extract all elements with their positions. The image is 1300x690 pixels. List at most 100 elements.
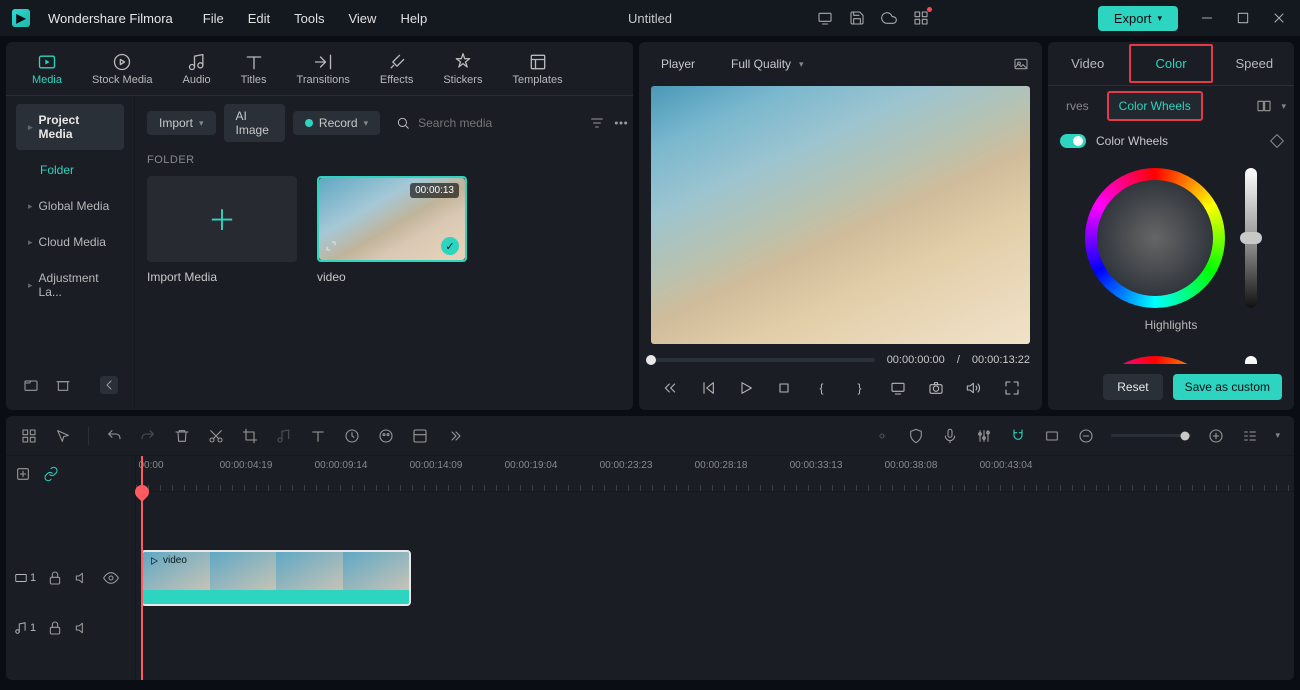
visibility-icon[interactable] [102, 569, 120, 587]
magnet-icon[interactable] [1009, 427, 1027, 445]
color-icon[interactable] [377, 427, 395, 445]
subtab-color-wheels[interactable]: Color Wheels [1107, 91, 1203, 121]
grid-icon[interactable] [20, 427, 38, 445]
display-icon[interactable] [889, 379, 907, 397]
zoom-slider[interactable] [1111, 434, 1191, 437]
reset-button[interactable]: Reset [1103, 374, 1162, 400]
stop-icon[interactable] [775, 379, 793, 397]
speed-icon[interactable] [343, 427, 361, 445]
sidebar-folder[interactable]: Folder [16, 154, 124, 186]
player-select[interactable]: Player [651, 53, 705, 75]
props-tab-video[interactable]: Video [1048, 46, 1127, 81]
highlights-slider[interactable] [1245, 168, 1257, 308]
compare-icon[interactable] [1255, 97, 1273, 115]
menu-file[interactable]: File [203, 11, 224, 26]
text-icon[interactable] [309, 427, 327, 445]
video-track-header[interactable]: 1 [6, 548, 135, 608]
volume-icon[interactable] [965, 379, 983, 397]
expand-icon[interactable] [325, 240, 337, 255]
seek-bar[interactable] [651, 358, 875, 362]
timeline-clip[interactable]: video [141, 550, 411, 606]
tab-effects[interactable]: Effects [374, 48, 419, 95]
props-tab-speed[interactable]: Speed [1215, 46, 1294, 81]
tab-titles[interactable]: Titles [235, 48, 273, 95]
tab-templates[interactable]: Templates [506, 48, 568, 95]
record-button[interactable]: Record▾ [293, 111, 380, 135]
camera-icon[interactable] [927, 379, 945, 397]
import-media-tile[interactable]: ＋ Import Media [147, 176, 297, 284]
menu-help[interactable]: Help [400, 11, 427, 26]
link-icon[interactable] [42, 465, 60, 483]
color-wheels-toggle[interactable] [1060, 134, 1086, 148]
minimize-icon[interactable] [1198, 9, 1216, 27]
subtab-curves[interactable]: rves [1056, 93, 1099, 119]
mark-out-icon[interactable]: } [851, 379, 869, 397]
search-input[interactable] [418, 116, 573, 130]
quality-select[interactable]: Full Quality▾ [721, 53, 814, 75]
save-custom-button[interactable]: Save as custom [1173, 374, 1282, 400]
bin-icon[interactable] [54, 376, 72, 394]
save-icon[interactable] [848, 9, 866, 27]
crop-icon[interactable] [241, 427, 259, 445]
shield-icon[interactable] [907, 427, 925, 445]
video-track[interactable]: video [136, 548, 1294, 608]
keyframe-icon[interactable] [1270, 134, 1284, 148]
list-view-icon[interactable] [1241, 427, 1259, 445]
redo-icon[interactable] [139, 427, 157, 445]
mark-in-icon[interactable]: { [813, 379, 831, 397]
undo-icon[interactable] [105, 427, 123, 445]
menu-tools[interactable]: Tools [294, 11, 324, 26]
audio-track-header[interactable]: 1 [6, 608, 135, 648]
menu-view[interactable]: View [348, 11, 376, 26]
preview-viewport[interactable] [651, 86, 1030, 344]
add-track-icon[interactable] [14, 465, 32, 483]
filter-icon[interactable] [589, 114, 605, 132]
audio-track[interactable] [136, 608, 1294, 648]
sidebar-cloud-media[interactable]: ▸Cloud Media [16, 226, 124, 258]
import-button[interactable]: Import▾ [147, 111, 216, 135]
fullscreen-icon[interactable] [1003, 379, 1021, 397]
tab-stickers[interactable]: Stickers [437, 48, 488, 95]
apps-icon[interactable] [912, 9, 930, 27]
prev-frame-icon[interactable] [661, 379, 679, 397]
cursor-icon[interactable] [54, 427, 72, 445]
tab-media[interactable]: Media [26, 48, 68, 95]
playhead[interactable] [141, 456, 143, 680]
timeline-tracks[interactable]: 00:00 00:00:04:19 00:00:09:14 00:00:14:0… [136, 456, 1294, 680]
highlights-wheel[interactable] [1085, 168, 1225, 308]
midtones-wheel[interactable] [1085, 356, 1225, 364]
sidebar-global-media[interactable]: ▸Global Media [16, 190, 124, 222]
frame-icon[interactable] [1043, 427, 1061, 445]
menu-edit[interactable]: Edit [248, 11, 270, 26]
video-clip-tile[interactable]: 00:00:13 ✓ video [317, 176, 467, 284]
ai-image-button[interactable]: AI Image [224, 104, 285, 142]
zoom-out-icon[interactable] [1077, 427, 1095, 445]
play-icon[interactable] [737, 379, 755, 397]
chevron-right-icon[interactable] [445, 427, 463, 445]
close-icon[interactable] [1270, 9, 1288, 27]
search-media[interactable] [388, 116, 581, 130]
cut-icon[interactable] [207, 427, 225, 445]
mixer-icon[interactable] [975, 427, 993, 445]
collapse-sidebar-icon[interactable] [100, 376, 118, 394]
maximize-icon[interactable] [1234, 9, 1252, 27]
device-icon[interactable] [816, 9, 834, 27]
zoom-in-icon[interactable] [1207, 427, 1225, 445]
midtones-slider[interactable] [1245, 356, 1257, 364]
export-button[interactable]: Export▾ [1098, 6, 1178, 31]
tab-stock-media[interactable]: Stock Media [86, 48, 159, 95]
tab-audio[interactable]: Audio [177, 48, 217, 95]
chevron-down-icon[interactable]: ▾ [1281, 101, 1286, 112]
tab-transitions[interactable]: Transitions [291, 48, 356, 95]
cloud-icon[interactable] [880, 9, 898, 27]
mute-audio-icon[interactable] [74, 619, 92, 637]
sidebar-project-media[interactable]: ▸Project Media [16, 104, 124, 150]
lock-icon[interactable] [46, 569, 64, 587]
props-tab-color[interactable]: Color [1129, 44, 1212, 83]
new-folder-icon[interactable] [22, 376, 40, 394]
snapshot-icon[interactable] [1012, 55, 1030, 73]
mute-icon[interactable] [74, 569, 92, 587]
timeline-ruler[interactable]: 00:00 00:00:04:19 00:00:09:14 00:00:14:0… [136, 456, 1294, 492]
layout-icon[interactable] [411, 427, 429, 445]
music-icon[interactable] [275, 427, 293, 445]
